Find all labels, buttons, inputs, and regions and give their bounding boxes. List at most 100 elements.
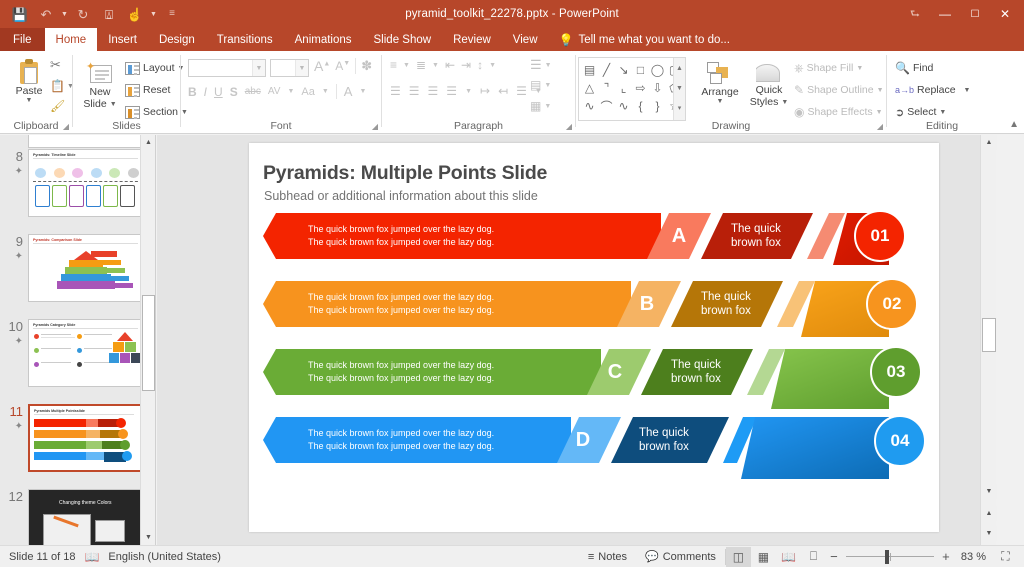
bullets-dropdown-icon[interactable]: ▼	[403, 62, 410, 69]
quick-styles-button[interactable]: Quick Styles ▼	[748, 59, 790, 108]
curve-shape-icon[interactable]: ⌒	[599, 98, 614, 114]
editor-scroll-up-icon[interactable]: ▲	[981, 135, 997, 150]
row-c-number-circle[interactable]: 03	[870, 346, 922, 398]
pyramid-row-a[interactable]: The quick brown fox jumped over the lazy…	[249, 213, 939, 265]
arrow-shape-icon[interactable]: ↘	[616, 62, 631, 78]
columns-icon[interactable]: ☰	[516, 84, 527, 98]
tab-view[interactable]: View	[502, 28, 549, 51]
columns-dropdown-icon[interactable]: ▼	[465, 88, 472, 95]
elbow-connector-icon[interactable]: ⌝	[599, 80, 614, 96]
shapes-row[interactable]: △ ⌝ ⌞ ⇨ ⇩ ⬠	[582, 79, 683, 97]
convert-to-smartart-icon[interactable]: ▦	[530, 99, 541, 113]
thumbnail-image[interactable]: Pyramids: Comparison Slide	[28, 234, 148, 302]
row-a-banner[interactable]: The quick brown fox jumped over the lazy…	[276, 213, 661, 259]
select-dropdown-icon[interactable]: ▼	[939, 109, 946, 116]
scroll-up-icon[interactable]: ▲	[141, 135, 156, 150]
shape-effects-dropdown-icon[interactable]: ▼	[876, 109, 883, 116]
strikethrough-button[interactable]: abc	[245, 86, 261, 97]
thumbnail-scrollbar[interactable]: ▲ ▼	[140, 135, 155, 545]
ribbon-display-options-icon[interactable]: ⮑	[900, 1, 930, 27]
tab-transitions[interactable]: Transitions	[206, 28, 284, 51]
row-a-number-circle[interactable]: 01	[854, 210, 906, 262]
thumbnail-image[interactable]: Pyramids Category Slide	[28, 319, 148, 387]
row-c-banner[interactable]: The quick brown fox jumped over the lazy…	[276, 349, 601, 395]
paste-dropdown-icon[interactable]: ▼	[26, 97, 33, 104]
increase-font-size-icon[interactable]: A▲	[314, 58, 330, 74]
tab-file[interactable]: File	[0, 28, 45, 51]
new-slide-button[interactable]: ✦ New Slide ▼	[79, 59, 121, 110]
text-direction-dropdown-icon[interactable]: ▼	[545, 62, 552, 69]
thumbnail-item[interactable]: 10 ✦ Pyramids Category Slide	[0, 319, 156, 387]
cut-icon[interactable]: ✂	[50, 57, 61, 73]
slide-sorter-view-button[interactable]: ▦	[751, 547, 776, 567]
row-b-banner[interactable]: The quick brown fox jumped over the lazy…	[276, 281, 631, 327]
editor-scrollbar[interactable]: ▲ ▼ ▲ ▼	[980, 135, 996, 545]
row-d-block[interactable]	[741, 417, 889, 479]
tab-animations[interactable]: Animations	[284, 28, 363, 51]
new-slide-dropdown-icon[interactable]: ▼	[110, 99, 117, 110]
character-spacing-button[interactable]: AV	[268, 86, 281, 97]
text-direction-icon[interactable]: ☰	[530, 57, 542, 73]
rtl-text-direction-icon[interactable]: ↤	[498, 84, 508, 98]
line-spacing-dropdown-icon[interactable]: ▼	[489, 62, 496, 69]
shapes-gallery-scrollbar[interactable]: ▲ ▼ ▾	[673, 58, 685, 120]
bullets-icon[interactable]: ≡	[390, 58, 397, 72]
font-size-dropdown-icon[interactable]: ▼	[295, 60, 308, 76]
left-brace-shape-icon[interactable]: {	[633, 98, 648, 114]
align-right-icon[interactable]: ☰	[428, 84, 439, 98]
shapes-more-icon[interactable]: ▾	[674, 98, 685, 118]
language-label[interactable]: English (United States)	[108, 551, 221, 563]
scribble-shape-icon[interactable]: ∿	[582, 98, 597, 114]
align-text-icon[interactable]: ▤	[530, 78, 541, 92]
thumbnail-image[interactable]: Pyramids: Timeline Slide	[28, 149, 148, 217]
thumbnail-image[interactable]: Pyramids Multiple Pointsslide	[28, 404, 148, 472]
reset-button[interactable]: Reset	[125, 80, 188, 100]
pyramid-row-b[interactable]: The quick brown fox jumped over the lazy…	[249, 281, 939, 333]
slide-editing-area[interactable]: Pyramids: Multiple Points Slide Subhead …	[157, 135, 996, 545]
decrease-indent-icon[interactable]: ⇤	[445, 58, 455, 72]
line-spacing-icon[interactable]: ↕	[477, 58, 483, 72]
tab-review[interactable]: Review	[442, 28, 502, 51]
right-brace-shape-icon[interactable]: }	[650, 98, 665, 114]
minimize-button[interactable]: —	[930, 1, 960, 27]
quick-styles-dropdown-icon[interactable]: ▼	[781, 97, 788, 108]
shapes-scroll-up-icon[interactable]: ▲	[674, 58, 685, 78]
arrange-button[interactable]: Arrange ▼	[696, 59, 744, 105]
underline-button[interactable]: U	[214, 85, 223, 99]
slide-title[interactable]: Pyramids: Multiple Points Slide	[263, 162, 547, 185]
paragraph-dialog-launcher[interactable]: ◢	[566, 122, 572, 131]
copy-icon[interactable]: 📋	[50, 79, 65, 93]
previous-slide-icon[interactable]: ▲	[981, 506, 997, 521]
editor-scroll-down-icon[interactable]: ▼	[981, 484, 997, 499]
format-painter-icon[interactable]: 🖌	[50, 99, 65, 113]
tell-me-search[interactable]: 💡 Tell me what you want to do...	[549, 28, 740, 51]
thumbnail-item[interactable]: 8 ✦ Pyramids: Timeline Slide	[0, 149, 156, 217]
zoom-slider[interactable]	[842, 546, 938, 567]
rectangle-shape-icon[interactable]: □	[633, 62, 648, 78]
line-shape-icon[interactable]: ╱	[599, 62, 614, 78]
smartart-dropdown-icon[interactable]: ▼	[544, 103, 551, 110]
tab-slide-show[interactable]: Slide Show	[363, 28, 443, 51]
italic-button[interactable]: I	[204, 85, 207, 99]
notes-button[interactable]: ≡ Notes	[579, 546, 636, 567]
shape-fill-dropdown-icon[interactable]: ▼	[856, 65, 863, 72]
maximize-button[interactable]: ☐	[960, 1, 990, 27]
current-slide[interactable]: Pyramids: Multiple Points Slide Subhead …	[249, 143, 939, 532]
reading-view-button[interactable]: 📖	[776, 547, 801, 567]
tab-home[interactable]: Home	[45, 28, 98, 51]
thumbnail-item[interactable]: 7	[0, 135, 156, 148]
align-center-icon[interactable]: ☰	[409, 84, 420, 98]
editor-scrollbar-thumb[interactable]	[982, 318, 996, 352]
oval-shape-icon[interactable]: ◯	[650, 62, 665, 78]
change-case-button[interactable]: Aa	[301, 86, 314, 98]
drawing-dialog-launcher[interactable]: ◢	[877, 122, 883, 131]
down-arrow-shape-icon[interactable]: ⇩	[650, 80, 665, 96]
slide-subtitle[interactable]: Subhead or additional information about …	[264, 189, 538, 203]
character-spacing-dropdown-icon[interactable]: ▼	[287, 88, 294, 95]
thumbnail-item[interactable]: 12 Changing theme Colors	[0, 489, 156, 545]
align-left-icon[interactable]: ☰	[390, 84, 401, 98]
shape-outline-button[interactable]: ✎ Shape Outline ▼	[794, 80, 884, 100]
row-d-banner[interactable]: The quick brown fox jumped over the lazy…	[276, 417, 571, 463]
row-b-number-circle[interactable]: 02	[866, 278, 918, 330]
normal-view-button[interactable]: ◫	[726, 547, 751, 567]
